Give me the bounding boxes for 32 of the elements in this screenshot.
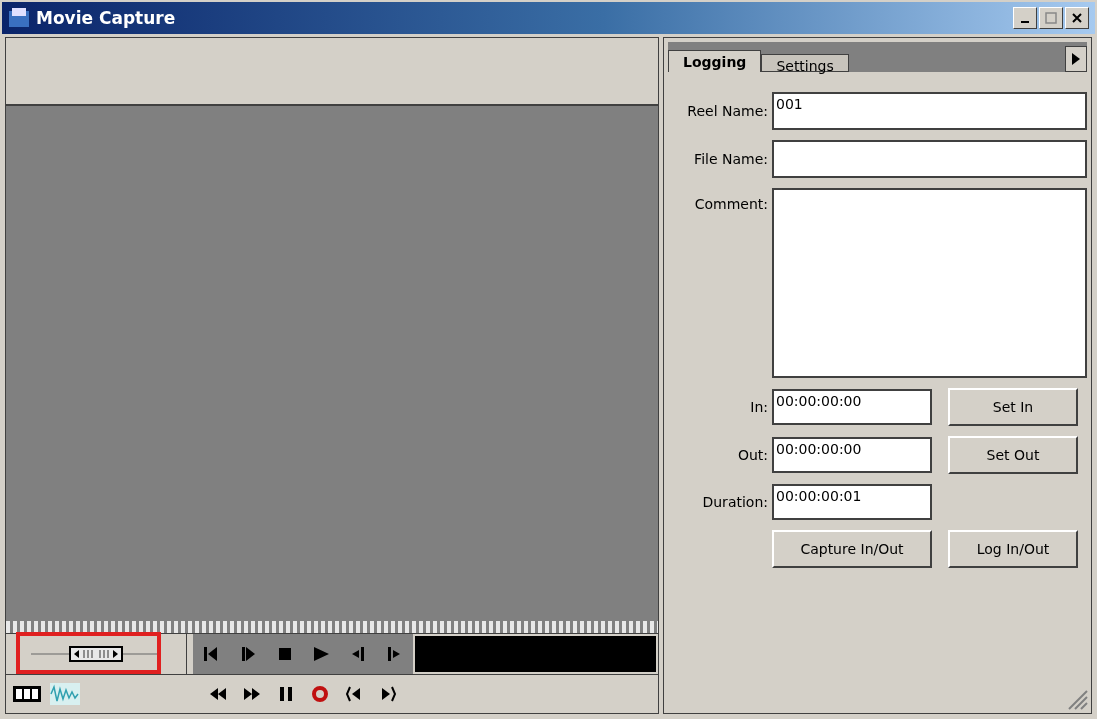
timecode-field[interactable]: 00:00:00:00 [772,437,932,473]
tab[interactable]: Settings [761,54,849,72]
field-label: Out: [736,447,768,463]
panel-menu-button[interactable] [1065,46,1087,72]
minimize-icon [1021,21,1029,23]
tab[interactable]: Logging [668,50,762,72]
film-icon[interactable] [12,683,42,705]
comment-field[interactable] [772,188,1087,378]
set-button[interactable]: Set Out [948,436,1078,474]
timecode-field[interactable]: 00:00:00:00 [772,389,932,425]
window-icon [8,7,30,29]
action-button[interactable]: Log In/Out [948,530,1078,568]
record-icon[interactable] [310,684,330,704]
timecode-field[interactable]: 00:00:00:01 [772,484,932,520]
field-label: Duration: [701,494,768,510]
field-label: Comment: [693,195,768,212]
action-button[interactable]: Capture In/Out [772,530,932,568]
field-label: In: [749,399,768,415]
close-icon [1071,12,1083,24]
input-field[interactable] [772,140,1087,178]
field-label: Reel Name: [686,103,768,119]
input-field[interactable]: 001 [772,92,1087,130]
window-title: Movie Capture [36,8,176,28]
set-button[interactable]: Set In [948,388,1078,426]
field-label: File Name: [693,151,768,167]
maximize-icon [1045,12,1057,24]
waveform-icon[interactable] [50,683,80,705]
close-button[interactable] [1065,7,1089,29]
jog-slider-thumb[interactable] [69,646,123,662]
maximize-button[interactable] [1039,7,1063,29]
minimize-button[interactable] [1013,7,1037,29]
triangle-icon [1071,52,1081,66]
